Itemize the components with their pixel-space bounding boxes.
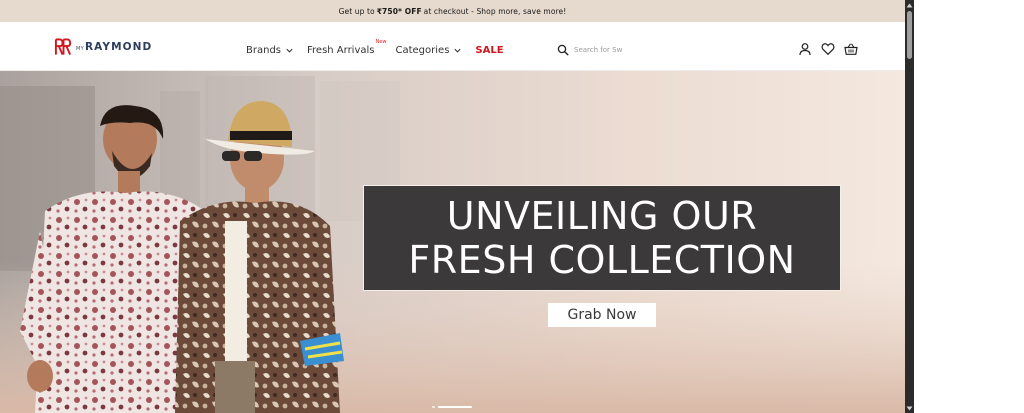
carousel-dot[interactable]	[432, 406, 435, 408]
basket-icon[interactable]	[844, 42, 858, 56]
headline-line-1: UNVEILING OUR	[446, 194, 758, 238]
user-icon[interactable]	[798, 42, 812, 56]
search-bar[interactable]	[557, 42, 737, 58]
main-nav: Brands Fresh Arrivals New Categories SAL…	[246, 39, 504, 57]
nav-sale-label: SALE	[475, 44, 504, 56]
nav-categories[interactable]: Categories	[396, 45, 463, 56]
triangle-up-icon	[906, 3, 913, 7]
hero-banner[interactable]: UNVEILING OUR FRESH COLLECTION Grab Now	[0, 71, 905, 413]
new-badge: New	[375, 38, 387, 45]
search-icon[interactable]	[557, 44, 569, 56]
hero-headline: UNVEILING OUR FRESH COLLECTION	[363, 185, 841, 291]
announcement-bar[interactable]: Get up to ₹750* OFF at checkout - Shop m…	[0, 0, 905, 22]
header-actions	[798, 42, 858, 56]
carousel-dot-active[interactable]	[438, 406, 472, 408]
nav-fresh-arrivals[interactable]: Fresh Arrivals New	[307, 39, 387, 56]
scrollbar-thumb[interactable]	[907, 11, 912, 59]
scroll-up-arrow[interactable]	[905, 0, 914, 10]
page-scrollbar[interactable]	[905, 0, 914, 413]
announcement-suffix: at checkout - Shop more, save more!	[423, 6, 567, 16]
announcement-prefix: Get up to	[338, 6, 375, 16]
headline-line-2: FRESH COLLECTION	[408, 238, 796, 282]
scroll-down-arrow[interactable]	[905, 403, 914, 413]
logo-name: RAYMOND	[84, 41, 153, 53]
search-input[interactable]	[574, 46, 724, 54]
nav-brands-label: Brands	[246, 44, 281, 56]
nav-categories-label: Categories	[395, 44, 450, 56]
chevron-down-icon	[286, 48, 293, 53]
nav-fresh-arrivals-label: Fresh Arrivals	[307, 44, 375, 56]
site-header: MY RAYMOND Brands Fresh Arrivals New Cat…	[0, 22, 905, 71]
heart-icon[interactable]	[821, 42, 835, 56]
raymond-monogram-icon	[54, 38, 72, 55]
blank-area	[914, 0, 1024, 413]
page: Get up to ₹750* OFF at checkout - Shop m…	[0, 0, 905, 413]
chevron-down-icon	[454, 48, 461, 53]
raymond-logo[interactable]: MY RAYMOND	[54, 37, 152, 57]
grab-now-button[interactable]: Grab Now	[548, 303, 656, 327]
nav-brands[interactable]: Brands	[246, 45, 294, 56]
carousel-indicators	[432, 406, 472, 408]
announcement-highlight: ₹750* OFF	[376, 6, 422, 16]
triangle-down-icon	[906, 406, 913, 410]
logo-prefix: MY	[76, 45, 84, 52]
nav-sale[interactable]: SALE	[475, 45, 503, 56]
